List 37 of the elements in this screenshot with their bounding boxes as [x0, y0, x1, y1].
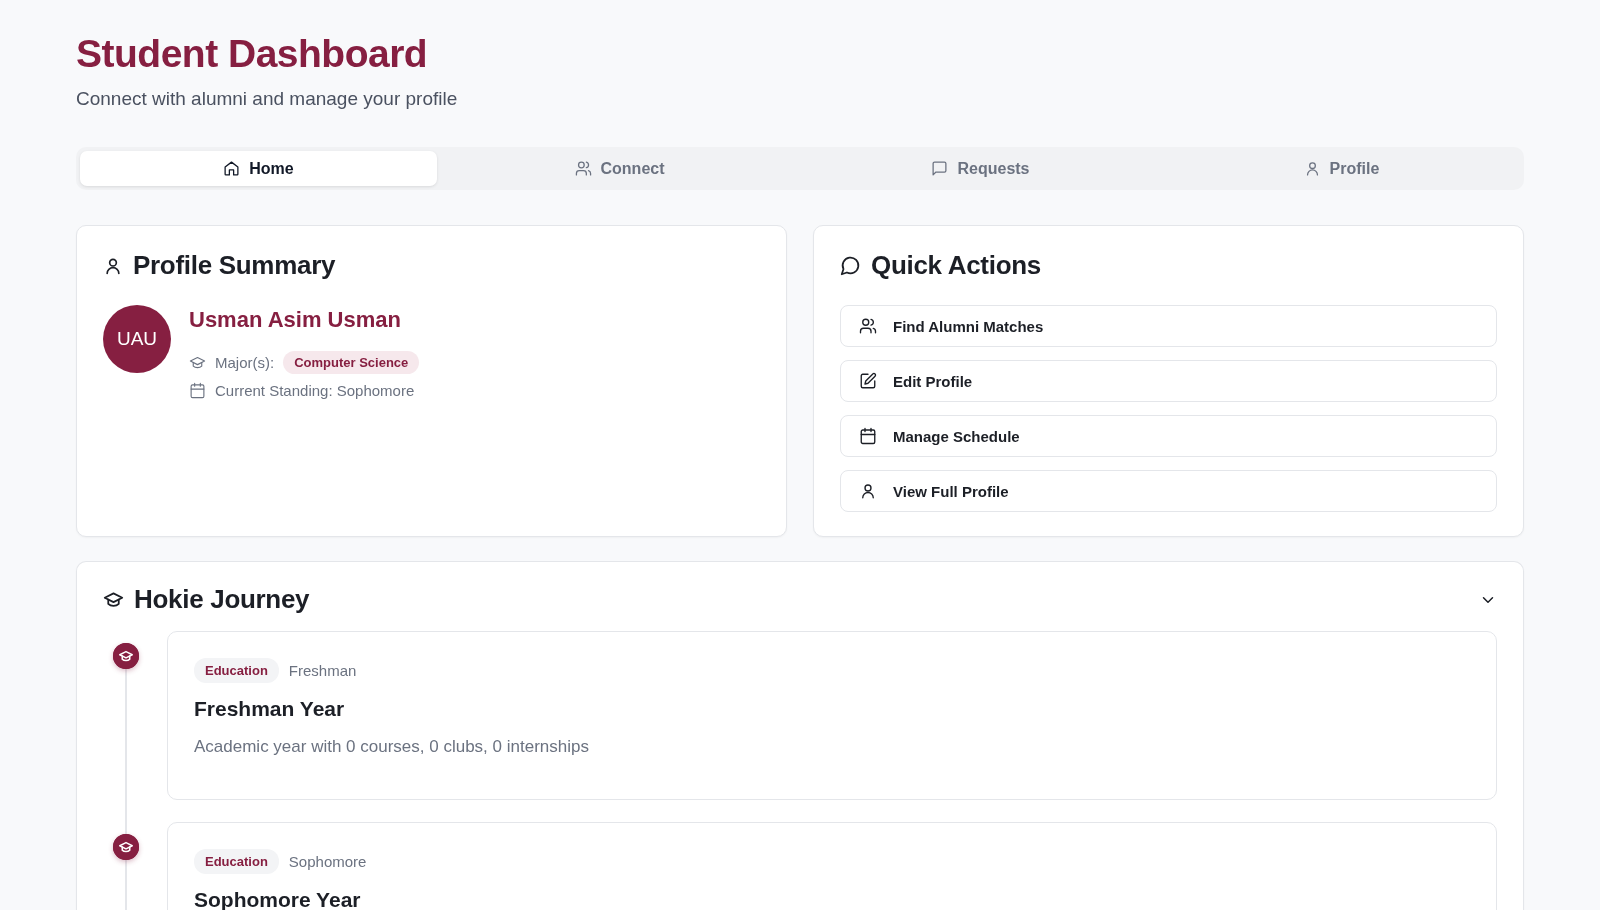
entry-description: Academic year with 0 courses, 0 clubs, 0 internships — [194, 737, 590, 757]
standing-text: Current Standing: Sophomore — [215, 382, 415, 399]
home-icon — [223, 160, 241, 177]
people-icon — [859, 317, 877, 335]
calendar-icon — [859, 427, 877, 445]
page-subtitle: Connect with alumni and manage your profile — [76, 88, 458, 110]
graduation-cap-icon — [103, 589, 124, 610]
card-title: Hokie Journey — [134, 584, 310, 615]
action-button[interactable]: Manage Schedule — [840, 415, 1497, 457]
edit-icon — [859, 372, 877, 390]
calendar-icon — [189, 382, 206, 399]
speech-bubble-icon — [840, 255, 861, 276]
tab[interactable]: Profile — [1163, 151, 1520, 186]
chat-icon — [931, 160, 949, 177]
student-name: Usman Asim Usman — [189, 307, 401, 333]
period-text: Freshman — [288, 662, 357, 679]
action-button[interactable]: Find Alumni Matches — [840, 305, 1497, 347]
entry-title: Freshman Year — [194, 697, 345, 721]
card-title: Quick Actions — [871, 250, 1041, 281]
action-button[interactable]: Edit Profile — [840, 360, 1497, 402]
tab[interactable]: Requests — [802, 151, 1159, 186]
card-title: Profile Summary — [133, 250, 336, 281]
people-icon — [574, 160, 592, 177]
category-tag: Education — [194, 658, 279, 683]
graduation-cap-marker-icon — [113, 643, 139, 669]
tab[interactable]: Connect — [441, 151, 798, 186]
graduation-cap-icon — [189, 354, 206, 371]
category-tag: Education — [194, 849, 279, 874]
action-button[interactable]: View Full Profile — [840, 470, 1497, 512]
person-icon — [859, 482, 877, 500]
period-text: Sophomore — [288, 853, 367, 870]
tab[interactable]: Home — [80, 151, 437, 186]
page-title: Student Dashboard — [76, 32, 428, 76]
majors-label: Major(s): — [215, 354, 275, 371]
avatar: UAU — [103, 305, 171, 373]
graduation-cap-marker-icon — [113, 834, 139, 860]
major-tag: Computer Science — [283, 351, 420, 374]
